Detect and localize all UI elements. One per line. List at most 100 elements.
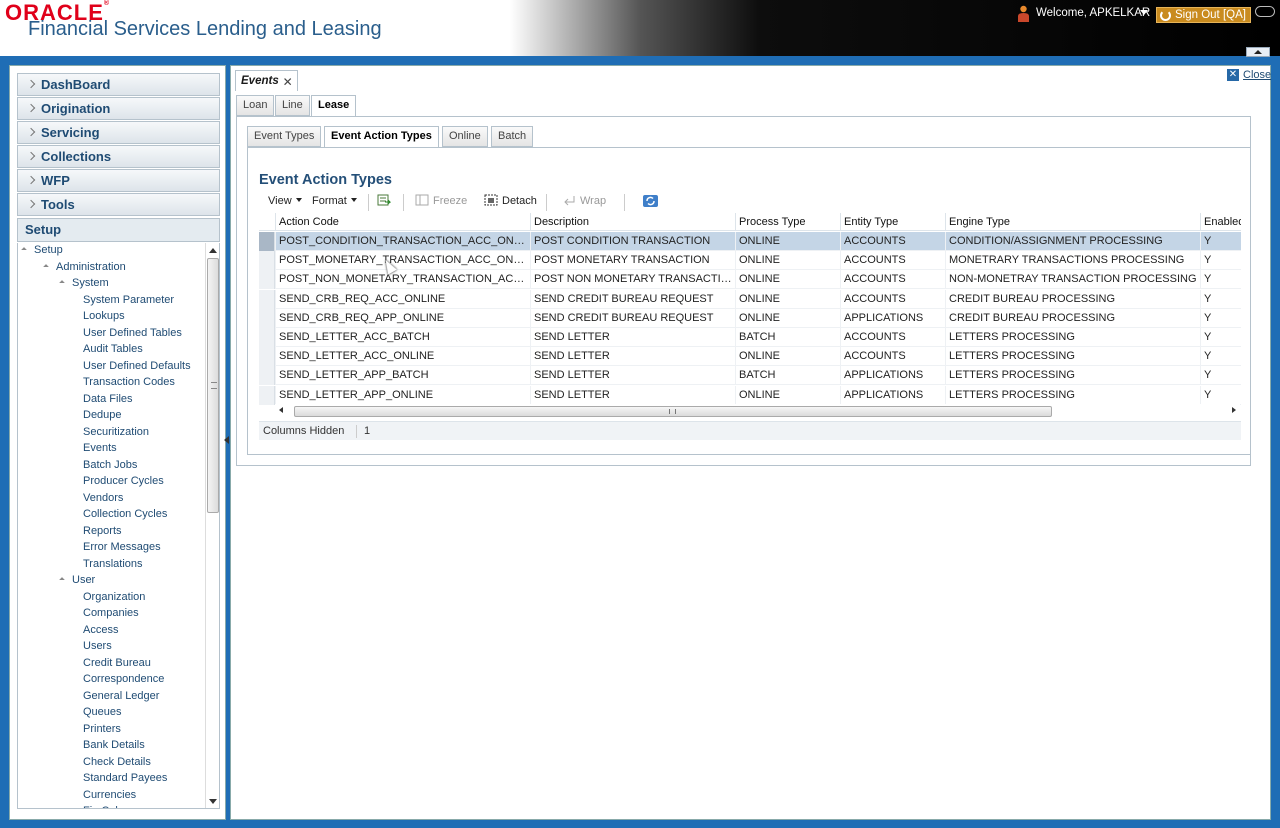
export-button[interactable]: [377, 194, 395, 208]
nav-section-wfp[interactable]: WFP: [17, 169, 220, 192]
row-header[interactable]: [259, 328, 275, 347]
close-button[interactable]: ✕ Close: [1227, 68, 1271, 84]
tab-loan[interactable]: Loan: [236, 95, 275, 116]
table-row[interactable]: SEND_LETTER_APP_BATCH SEND LETTER BATCH APP…: [259, 366, 1241, 386]
tab-event-action-types[interactable]: Event Action Types: [324, 126, 439, 148]
table-row[interactable]: POST_NON_MONETARY_TRANSACTION_ACC_ON... P…: [259, 270, 1241, 290]
detach-button[interactable]: Detach: [484, 194, 537, 208]
row-header[interactable]: [259, 251, 275, 271]
collapse-panel-icon[interactable]: [223, 430, 230, 452]
tree-item-securitization[interactable]: Securitization: [83, 426, 149, 438]
expanded-triangle-icon[interactable]: [43, 263, 49, 270]
tree-item-batch-jobs[interactable]: Batch Jobs: [83, 459, 137, 471]
table-row[interactable]: SEND_CRB_REQ_ACC_ONLINE SEND CREDIT BUREA…: [259, 289, 1241, 309]
tree-item-bank-details[interactable]: Bank Details: [83, 739, 145, 751]
row-header[interactable]: [259, 385, 275, 405]
tree-item-users[interactable]: Users: [83, 640, 112, 652]
column-header-entity-type[interactable]: Entity Type: [840, 213, 945, 231]
table-horizontal-scrollbar[interactable]: [275, 404, 1240, 418]
table-row[interactable]: SEND_CRB_REQ_APP_ONLINE SEND CREDIT BUREA…: [259, 308, 1241, 328]
expanded-triangle-icon[interactable]: [59, 577, 65, 583]
table-row[interactable]: SEND_LETTER_APP_ONLINE SEND LETTER ONLINE A…: [259, 385, 1241, 405]
sign-out-button[interactable]: Sign Out [QA]: [1156, 7, 1251, 23]
nav-section-tools[interactable]: Tools: [17, 193, 220, 216]
view-menu[interactable]: View: [268, 194, 302, 208]
nav-section-origination[interactable]: Origination: [17, 97, 220, 120]
column-header-action-code[interactable]: Action Code: [275, 213, 530, 231]
row-header[interactable]: [259, 347, 275, 367]
scroll-left-icon[interactable]: [279, 407, 283, 413]
tree-item-system[interactable]: System: [72, 277, 109, 289]
column-header-description[interactable]: Description: [530, 213, 735, 231]
tree-item-system-parameter[interactable]: System Parameter: [83, 294, 174, 306]
tree-item-user[interactable]: User: [72, 574, 95, 586]
nav-section-servicing[interactable]: Servicing: [17, 121, 220, 144]
tree-vertical-scrollbar[interactable]: [205, 243, 219, 808]
expanded-triangle-icon[interactable]: [21, 247, 27, 253]
tree-item-companies[interactable]: Companies: [83, 607, 139, 619]
tab-lease[interactable]: Lease: [311, 95, 357, 117]
tree-item-setup[interactable]: Setup: [34, 244, 63, 256]
tree-item-access[interactable]: Access: [83, 624, 118, 636]
tree-item-currencies[interactable]: Currencies: [83, 789, 136, 801]
scrollbar-thumb[interactable]: [207, 258, 219, 513]
tab-line[interactable]: Line: [275, 95, 310, 116]
wrap-button[interactable]: Wrap: [562, 194, 606, 208]
tree-item-translations[interactable]: Translations: [83, 558, 143, 570]
row-header[interactable]: [259, 366, 275, 386]
tree-item-correspondence[interactable]: Correspondence: [83, 673, 164, 685]
tree-item-reports[interactable]: Reports: [83, 525, 122, 537]
table-row[interactable]: SEND_LETTER_ACC_BATCH SEND LETTER BATCH ACC…: [259, 328, 1241, 347]
tree-item-producer-cycles[interactable]: Producer Cycles: [83, 475, 164, 487]
tree-item-user-defined-defaults[interactable]: User Defined Defaults: [83, 360, 191, 372]
table-row[interactable]: SEND_LETTER_ACC_ONLINE SEND LETTER ONLINE A…: [259, 347, 1241, 367]
tree-item-events[interactable]: Events: [83, 442, 117, 454]
freeze-button[interactable]: Freeze: [415, 194, 467, 208]
tree-item-printers[interactable]: Printers: [83, 723, 121, 735]
tree-item-collection-cycles[interactable]: Collection Cycles: [83, 508, 167, 520]
tree-item-fin-cal[interactable]: Fin Cal: [83, 805, 118, 808]
tree-item-check-details[interactable]: Check Details: [83, 756, 151, 768]
scroll-down-icon[interactable]: [209, 799, 217, 804]
tree-item-lookups[interactable]: Lookups: [83, 310, 125, 322]
scrollbar-thumb[interactable]: [294, 406, 1052, 417]
header-toggle-icon[interactable]: [1255, 6, 1275, 17]
tab-batch[interactable]: Batch: [491, 126, 534, 147]
table-row[interactable]: POST_MONETARY_TRANSACTION_ACC_ONLINE POST…: [259, 251, 1241, 271]
scroll-right-icon[interactable]: [1232, 407, 1236, 413]
scroll-up-icon[interactable]: [209, 248, 217, 253]
tree-item-dedupe[interactable]: Dedupe: [83, 409, 122, 421]
tree-item-vendors[interactable]: Vendors: [83, 492, 123, 504]
nav-section-collections[interactable]: Collections: [17, 145, 220, 168]
tab-event-types[interactable]: Event Types: [247, 126, 322, 147]
column-header-engine-type[interactable]: Engine Type: [945, 213, 1200, 231]
row-header[interactable]: [259, 308, 275, 328]
tree-item-queues[interactable]: Queues: [83, 706, 122, 718]
tree-item-user-defined-tables[interactable]: User Defined Tables: [83, 327, 182, 339]
tree-item-organization[interactable]: Organization: [83, 591, 145, 603]
nav-section-dashboard[interactable]: DashBoard: [17, 73, 220, 96]
document-tab-events[interactable]: Events ✕: [235, 70, 298, 91]
tab-online[interactable]: Online: [442, 126, 488, 147]
format-menu[interactable]: Format: [312, 194, 357, 208]
nav-section-setup[interactable]: Setup: [17, 218, 220, 242]
tree-item-data-files[interactable]: Data Files: [83, 393, 133, 405]
close-tab-icon[interactable]: ✕: [283, 72, 293, 92]
row-header[interactable]: [259, 270, 275, 290]
tree-item-standard-payees[interactable]: Standard Payees: [83, 772, 167, 784]
expanded-triangle-icon[interactable]: [59, 280, 65, 286]
refresh-button[interactable]: [642, 194, 663, 210]
tree-item-credit-bureau[interactable]: Credit Bureau: [83, 657, 151, 669]
table-row[interactable]: POST_CONDITION_TRANSACTION_ACC_ONLINE POS…: [259, 232, 1241, 251]
user-menu-chevron-down-icon[interactable]: [1140, 10, 1148, 15]
tree-item-general-ledger[interactable]: General Ledger: [83, 690, 159, 702]
tree-item-administration[interactable]: Administration: [56, 261, 126, 273]
tree-item-transaction-codes[interactable]: Transaction Codes: [83, 376, 175, 388]
tree-item-error-messages[interactable]: Error Messages: [83, 541, 161, 553]
column-header-process-type[interactable]: Process Type: [735, 213, 840, 231]
column-header-enabled[interactable]: Enabled: [1200, 213, 1241, 231]
row-header[interactable]: [259, 232, 275, 251]
row-header[interactable]: [259, 289, 275, 309]
tree-item-audit-tables[interactable]: Audit Tables: [83, 343, 143, 355]
collapse-header-button[interactable]: [1246, 47, 1270, 57]
